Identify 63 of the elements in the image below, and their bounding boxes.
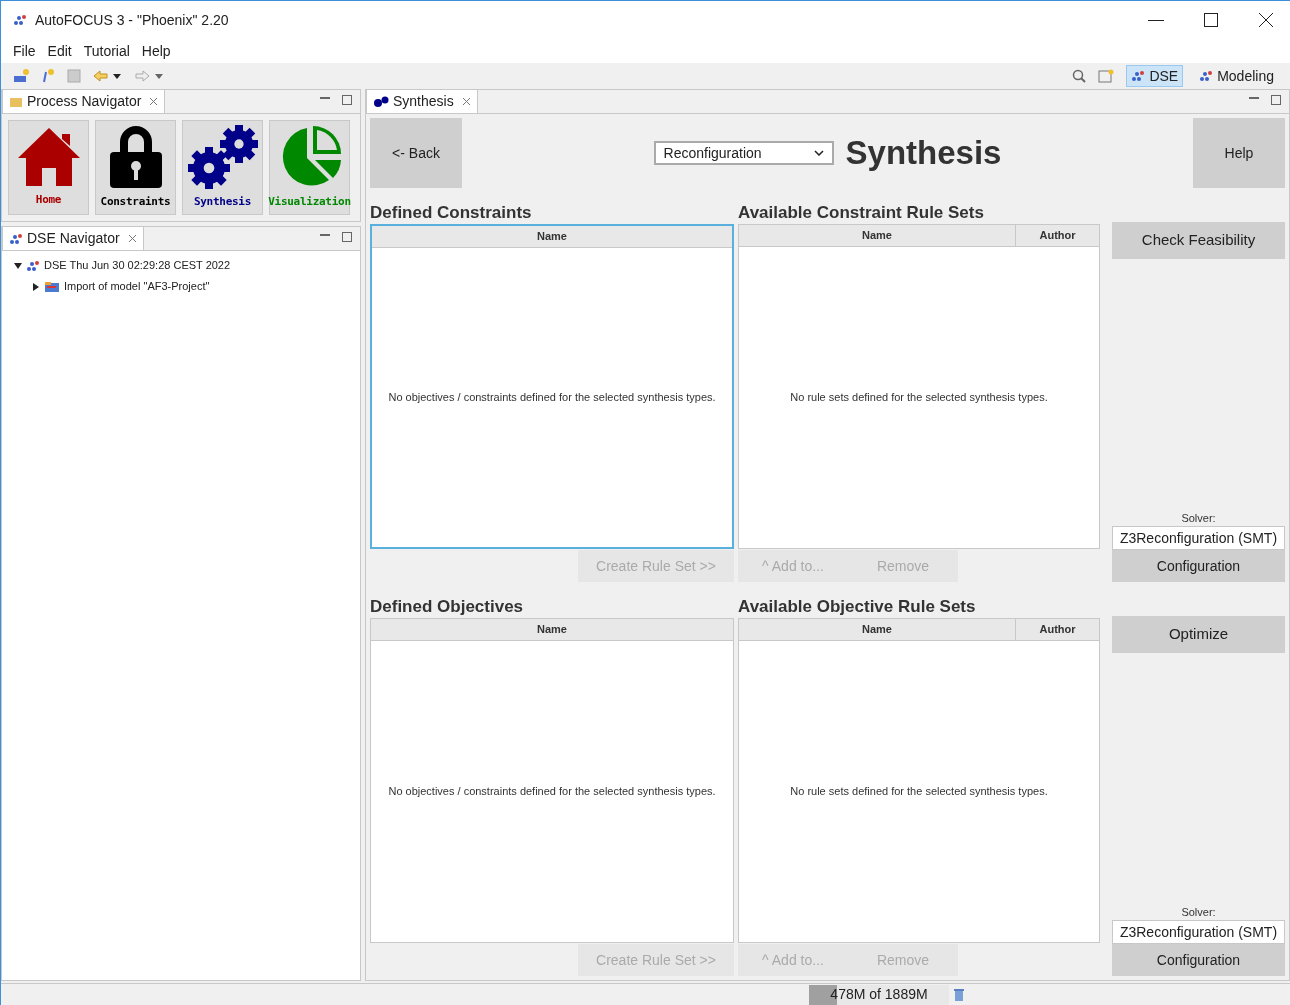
- column-header[interactable]: Name: [372, 226, 732, 247]
- action-button[interactable]: Check Feasibility: [1112, 222, 1285, 259]
- process-step-button[interactable]: Home: [8, 120, 89, 215]
- close-icon[interactable]: [1258, 12, 1274, 28]
- tree-item[interactable]: Import of model "AF3-Project": [64, 278, 210, 295]
- heap-status[interactable]: 478M of 1889M: [809, 984, 949, 1005]
- menu-item[interactable]: File: [13, 40, 36, 62]
- column-header[interactable]: Name: [371, 619, 733, 640]
- expand-arrow-icon[interactable]: [32, 282, 40, 291]
- action-button[interactable]: Optimize: [1112, 616, 1285, 653]
- help-button[interactable]: Help: [1193, 118, 1285, 188]
- dots-icon: [13, 14, 27, 26]
- maximize-icon[interactable]: [1271, 95, 1281, 105]
- back-arrow-icon[interactable]: [93, 70, 123, 82]
- empty-message: No rule sets defined for the selected synthesis types.: [790, 784, 1048, 800]
- forward-arrow-icon[interactable]: [135, 70, 165, 82]
- mode-dropdown[interactable]: Reconfiguration: [653, 141, 834, 165]
- empty-message: No objectives / constraints defined for the selected synthesis types.: [388, 390, 716, 406]
- configuration-button[interactable]: Configuration: [1112, 944, 1285, 976]
- column-header[interactable]: Author: [1015, 225, 1099, 246]
- column-header[interactable]: Name: [739, 619, 1015, 640]
- dots-icon: [9, 232, 23, 245]
- configuration-button[interactable]: Configuration: [1112, 550, 1285, 582]
- window-title: AutoFOCUS 3 - "Phoenix" 2.20: [35, 10, 229, 30]
- padlock-icon: [107, 124, 164, 191]
- column-header[interactable]: Author: [1015, 619, 1099, 640]
- dots-icon: [1199, 70, 1214, 82]
- search-icon[interactable]: [1072, 69, 1087, 83]
- section-title: Available Constraint Rule Sets: [738, 202, 985, 224]
- maximize-icon[interactable]: [342, 232, 352, 242]
- perspective-button[interactable]: DSE: [1126, 65, 1184, 87]
- section-title: Available Objective Rule Sets: [738, 596, 977, 618]
- trash-icon[interactable]: [953, 987, 965, 1002]
- process-step-button[interactable]: Constraints: [95, 120, 176, 215]
- empty-message: No rule sets defined for the selected synthesis types.: [790, 390, 1048, 406]
- maximize-icon[interactable]: [342, 95, 352, 105]
- solver-label: Solver:: [1180, 510, 1217, 526]
- empty-message: No objectives / constraints defined for the selected synthesis types.: [388, 784, 716, 800]
- tree-item[interactable]: DSE Thu Jun 30 02:29:28 CEST 2022: [44, 257, 231, 274]
- dots-icon: [26, 259, 40, 272]
- solver-label: Solver:: [1180, 904, 1217, 920]
- view-tab[interactable]: Process Navigator: [2, 89, 166, 113]
- view-tab[interactable]: Synthesis: [366, 89, 478, 113]
- chevron-down-icon: [813, 150, 824, 156]
- section-title: Defined Constraints: [370, 202, 533, 224]
- dots-icon: [1131, 70, 1146, 82]
- view-tab[interactable]: DSE Navigator: [2, 226, 144, 250]
- section-title: Defined Objectives: [370, 596, 525, 618]
- menu-item[interactable]: Help: [141, 40, 171, 62]
- process-step-button[interactable]: Synthesis: [182, 120, 263, 215]
- maximize-window-icon[interactable]: [1204, 13, 1218, 27]
- folder-icon: [9, 95, 23, 108]
- column-header[interactable]: Name: [739, 225, 1015, 246]
- solver-field[interactable]: Z3Reconfiguration (SMT): [1112, 920, 1285, 944]
- back-button[interactable]: <- Back: [370, 118, 462, 188]
- folder-icon: [44, 280, 60, 293]
- menu-item[interactable]: Tutorial: [83, 40, 130, 62]
- solver-field[interactable]: Z3Reconfiguration (SMT): [1112, 526, 1285, 550]
- perspective-button[interactable]: Modeling: [1195, 65, 1278, 87]
- menu-item[interactable]: Edit: [47, 40, 72, 62]
- collapse-arrow-icon[interactable]: [14, 261, 22, 270]
- page-heading: Synthesis: [845, 133, 1002, 174]
- minimize-window-icon[interactable]: [1148, 19, 1164, 21]
